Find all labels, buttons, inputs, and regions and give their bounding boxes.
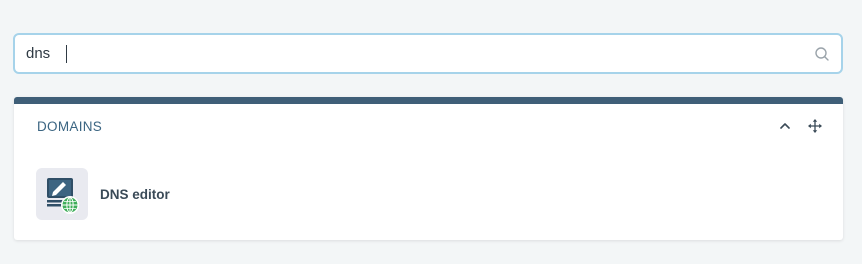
tool-dns-editor[interactable]: DNS editor xyxy=(36,168,170,220)
search-box[interactable] xyxy=(13,33,843,74)
panel-title: DOMAINS xyxy=(37,119,103,134)
search-input[interactable] xyxy=(26,35,786,72)
panel-accent-bar xyxy=(14,97,843,104)
dns-editor-icon xyxy=(36,168,88,220)
search-icon[interactable] xyxy=(814,46,830,62)
tool-label: DNS editor xyxy=(100,186,170,202)
chevron-up-icon[interactable] xyxy=(777,118,793,134)
domains-panel: DOMAINS DNS editor xyxy=(14,97,843,240)
move-icon[interactable] xyxy=(807,118,823,134)
text-caret xyxy=(66,45,67,63)
